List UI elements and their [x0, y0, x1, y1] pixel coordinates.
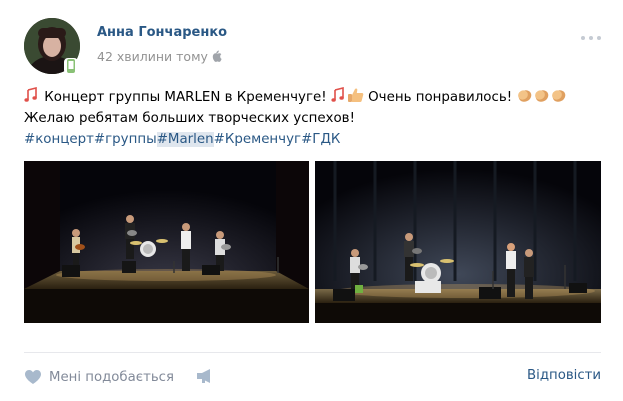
post-line-1: Концерт группы MARLEN в Кременчуге! Очен…: [24, 87, 604, 108]
clapping-hands-icon: [535, 90, 549, 102]
post-text-part-b: Очень понравилось!: [368, 90, 513, 105]
hashtag-link[interactable]: #концерт: [24, 132, 94, 147]
hashtag-list: #концерт#группы#Marlen#Кременчуг#ГДК: [24, 129, 604, 150]
more-options-icon[interactable]: [580, 34, 602, 42]
like-button[interactable]: Мені подобається: [24, 366, 174, 388]
share-icon[interactable]: [196, 368, 214, 384]
heart-icon: [25, 370, 41, 384]
author-name[interactable]: Анна Гончаренко: [97, 25, 227, 40]
post-line-2: Желаю ребятам больших творческих успехов…: [24, 111, 355, 126]
post-text-part-a: Концерт группы MARLEN в Кременчуге!: [44, 90, 327, 105]
concert-photo-2[interactable]: [315, 161, 601, 323]
musical-notes-icon: [24, 87, 37, 102]
musical-notes-icon: [331, 87, 344, 102]
divider: [24, 352, 601, 353]
post-time[interactable]: 42 хвилини тому: [97, 49, 222, 64]
hashtag-link[interactable]: #Кременчуг: [214, 132, 301, 147]
hashtag-link[interactable]: #ГДК: [301, 132, 340, 147]
hashtag-link[interactable]: #Marlen: [156, 132, 214, 147]
concert-photo-1[interactable]: [24, 161, 309, 323]
post-time-text: 42 хвилини тому: [97, 49, 208, 64]
post-card: Анна Гончаренко 42 хвилини тому Концерт …: [0, 0, 623, 401]
like-label: Мені подобається: [49, 369, 174, 385]
thumbs-up-icon: [347, 88, 364, 102]
clapping-hands-icon: [552, 90, 566, 102]
reply-link[interactable]: Відповісти: [527, 368, 601, 383]
hashtag-link[interactable]: #группы: [94, 132, 157, 147]
apple-icon: [212, 50, 222, 62]
clapping-hands-icon: [518, 90, 532, 102]
mobile-icon: [64, 58, 78, 74]
post-text: Концерт группы MARLEN в Кременчуге! Очен…: [24, 87, 604, 150]
